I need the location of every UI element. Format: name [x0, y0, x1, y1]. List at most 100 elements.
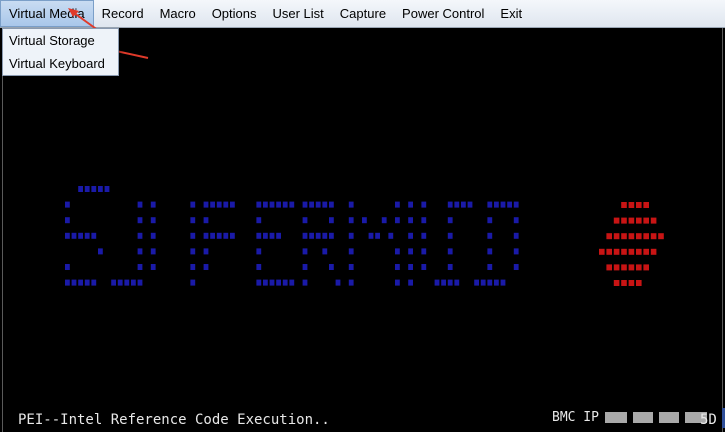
- logo-accent-block: [643, 202, 649, 208]
- logo-accent-block: [628, 280, 635, 286]
- logo-block: [395, 217, 400, 224]
- logo-block: [348, 201, 354, 208]
- logo-block: [190, 264, 196, 270]
- logo-block: [381, 217, 387, 224]
- logo-block: [276, 201, 281, 208]
- logo-block: [84, 279, 90, 286]
- logo-block: [84, 186, 90, 192]
- logo-block: [65, 217, 70, 224]
- logo-block: [322, 248, 328, 255]
- logo-block: [368, 232, 374, 239]
- logo-block: [203, 264, 209, 270]
- menu-item-virtual-storage[interactable]: Virtual Storage: [3, 29, 118, 52]
- logo-accent-block: [613, 233, 620, 240]
- logo-block: [322, 232, 328, 239]
- logo-block: [104, 186, 110, 192]
- logo-block: [309, 232, 314, 239]
- logo-block: [408, 201, 413, 208]
- logo-block: [500, 201, 506, 208]
- logo-block: [256, 279, 262, 286]
- logo-block: [348, 279, 354, 286]
- post-code: 5D: [700, 412, 717, 428]
- logo-block: [216, 232, 222, 239]
- virtual-media-dropdown: Virtual Storage Virtual Keyboard: [2, 28, 119, 76]
- logo-block: [282, 279, 288, 286]
- logo-block: [65, 232, 70, 239]
- logo-block: [487, 232, 493, 239]
- logo-block: [256, 232, 262, 239]
- logo-block: [263, 201, 268, 208]
- logo-block: [461, 201, 466, 208]
- menu-virtual-media[interactable]: Virtual Media: [0, 0, 94, 27]
- logo-block: [256, 217, 262, 224]
- menu-macro[interactable]: Macro: [152, 0, 204, 27]
- menu-user-list[interactable]: User List: [265, 0, 332, 27]
- logo-block: [230, 201, 235, 208]
- logo-block: [137, 217, 143, 224]
- menu-bar: Virtual Media Record Macro Options User …: [0, 0, 725, 28]
- logo-block: [434, 279, 440, 286]
- logo-accent-block: [643, 233, 649, 240]
- logo-block: [256, 201, 262, 208]
- logo-block: [513, 264, 519, 270]
- logo-block: [309, 201, 314, 208]
- logo-accent-block: [636, 217, 642, 224]
- logo-block: [447, 279, 453, 286]
- menu-capture[interactable]: Capture: [332, 0, 394, 27]
- logo-block: [487, 217, 493, 224]
- logo-block: [487, 248, 493, 255]
- logo-block: [91, 279, 97, 286]
- logo-block: [513, 217, 519, 224]
- logo-block: [150, 264, 156, 270]
- logo-block: [150, 201, 156, 208]
- logo-block: [315, 201, 321, 208]
- logo-block: [276, 279, 281, 286]
- logo-block: [480, 279, 486, 286]
- redacted-block: [604, 412, 627, 423]
- logo-block: [408, 217, 413, 224]
- menu-options[interactable]: Options: [204, 0, 265, 27]
- logo-block: [302, 279, 308, 286]
- logo-accent-block: [650, 217, 657, 224]
- logo-block: [395, 248, 400, 255]
- console-view[interactable]: BMC IP: [2, 28, 725, 432]
- logo-block: [302, 201, 308, 208]
- logo-block: [421, 232, 427, 239]
- bmc-ip-label: BMC IP: [552, 410, 599, 425]
- menu-power-control[interactable]: Power Control: [394, 0, 492, 27]
- logo-accent-block: [650, 248, 657, 255]
- redacted-block: [658, 412, 679, 423]
- logo-block: [315, 232, 321, 239]
- logo-accent-block: [658, 233, 664, 240]
- logo-block: [131, 279, 136, 286]
- logo-block: [408, 232, 413, 239]
- logo-block: [447, 248, 453, 255]
- logo-accent-block: [613, 248, 620, 255]
- logo-block: [124, 279, 130, 286]
- logo-block: [302, 248, 308, 255]
- logo-block: [269, 232, 275, 239]
- logo-block: [150, 232, 156, 239]
- logo-block: [447, 217, 453, 224]
- logo-block: [329, 217, 334, 224]
- logo-block: [289, 201, 295, 208]
- logo-accent-block: [621, 202, 627, 208]
- logo-accent-block: [636, 233, 642, 240]
- logo-block: [78, 279, 83, 286]
- menu-item-virtual-keyboard[interactable]: Virtual Keyboard: [3, 52, 118, 75]
- logo-block: [513, 201, 519, 208]
- logo-accent-block: [643, 217, 649, 224]
- logo-block: [203, 217, 209, 224]
- logo-block: [91, 186, 97, 192]
- logo-block: [447, 264, 453, 270]
- logo-block: [150, 248, 156, 255]
- logo-block: [302, 217, 308, 224]
- logo-block: [210, 201, 215, 208]
- logo-block: [467, 201, 473, 208]
- logo-accent-block: [628, 264, 635, 271]
- menu-record[interactable]: Record: [94, 0, 152, 27]
- menu-exit[interactable]: Exit: [492, 0, 530, 27]
- logo-accent-block: [636, 280, 642, 286]
- logo-block: [71, 279, 77, 286]
- logo-block: [507, 201, 512, 208]
